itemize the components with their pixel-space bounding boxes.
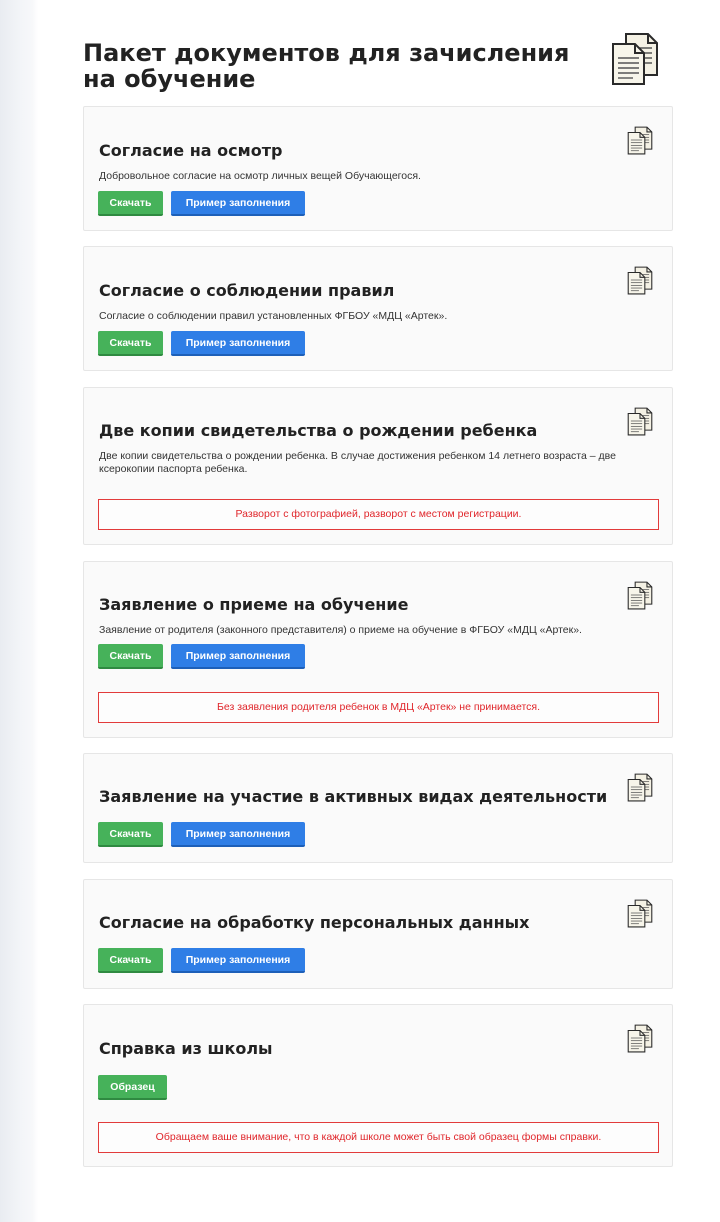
document-copy-icon (609, 30, 661, 86)
sample-button[interactable]: Образец (98, 1075, 167, 1100)
document-card-admission-application: Заявление о приеме на обучение Заявление… (83, 561, 673, 738)
page-header: Пакет документов для зачисления на обуче… (83, 40, 673, 104)
download-button[interactable]: Скачать (98, 822, 163, 847)
card-description: Добровольное согласие на осмотр личных в… (99, 170, 421, 182)
card-description: Две копии свидетельства о рождении ребен… (99, 450, 616, 475)
notice-box: Обращаем ваше внимание, что в каждой шко… (98, 1122, 659, 1153)
document-copy-icon (626, 265, 654, 295)
document-copy-icon (626, 1023, 654, 1053)
document-card-personal-data-consent: Согласие на обработку персональных данны… (83, 879, 673, 989)
example-button[interactable]: Пример заполнения (171, 191, 305, 216)
document-copy-icon (626, 580, 654, 610)
document-card-inspection-consent: Согласие на осмотр Добровольное согласие… (83, 106, 673, 231)
card-title: Согласие на осмотр (99, 141, 283, 160)
document-card-rules-consent: Согласие о соблюдении правил Согласие о … (83, 246, 673, 371)
document-copy-icon (626, 898, 654, 928)
document-copy-icon (626, 125, 654, 155)
card-description: Согласие о соблюдении правил установленн… (99, 310, 448, 322)
document-copy-icon (626, 772, 654, 802)
left-edge-shadow (0, 0, 38, 1222)
card-title: Заявление о приеме на обучение (99, 595, 409, 614)
card-title: Две копии свидетельства о рождении ребен… (99, 421, 538, 440)
document-card-activities-application: Заявление на участие в активных видах де… (83, 753, 673, 863)
example-button[interactable]: Пример заполнения (171, 644, 305, 669)
document-copy-icon (626, 406, 654, 436)
page-title: Пакет документов для зачисления на обуче… (83, 39, 570, 93)
card-title: Согласие о соблюдении правил (99, 281, 395, 300)
example-button[interactable]: Пример заполнения (171, 331, 305, 356)
card-title: Справка из школы (99, 1039, 273, 1058)
download-button[interactable]: Скачать (98, 331, 163, 356)
card-title: Заявление на участие в активных видах де… (99, 787, 608, 806)
download-button[interactable]: Скачать (98, 191, 163, 216)
example-button[interactable]: Пример заполнения (171, 822, 305, 847)
notice-box: Разворот с фотографией, разворот с место… (98, 499, 659, 530)
download-button[interactable]: Скачать (98, 644, 163, 669)
document-card-school-certificate: Справка из школы Образец Обращаем ваше в… (83, 1004, 673, 1167)
download-button[interactable]: Скачать (98, 948, 163, 973)
card-title: Согласие на обработку персональных данны… (99, 913, 530, 932)
card-description: Заявление от родителя (законного предста… (99, 624, 582, 636)
example-button[interactable]: Пример заполнения (171, 948, 305, 973)
notice-box: Без заявления родителя ребенок в МДЦ «Ар… (98, 692, 659, 723)
document-card-birth-certificate: Две копии свидетельства о рождении ребен… (83, 387, 673, 545)
